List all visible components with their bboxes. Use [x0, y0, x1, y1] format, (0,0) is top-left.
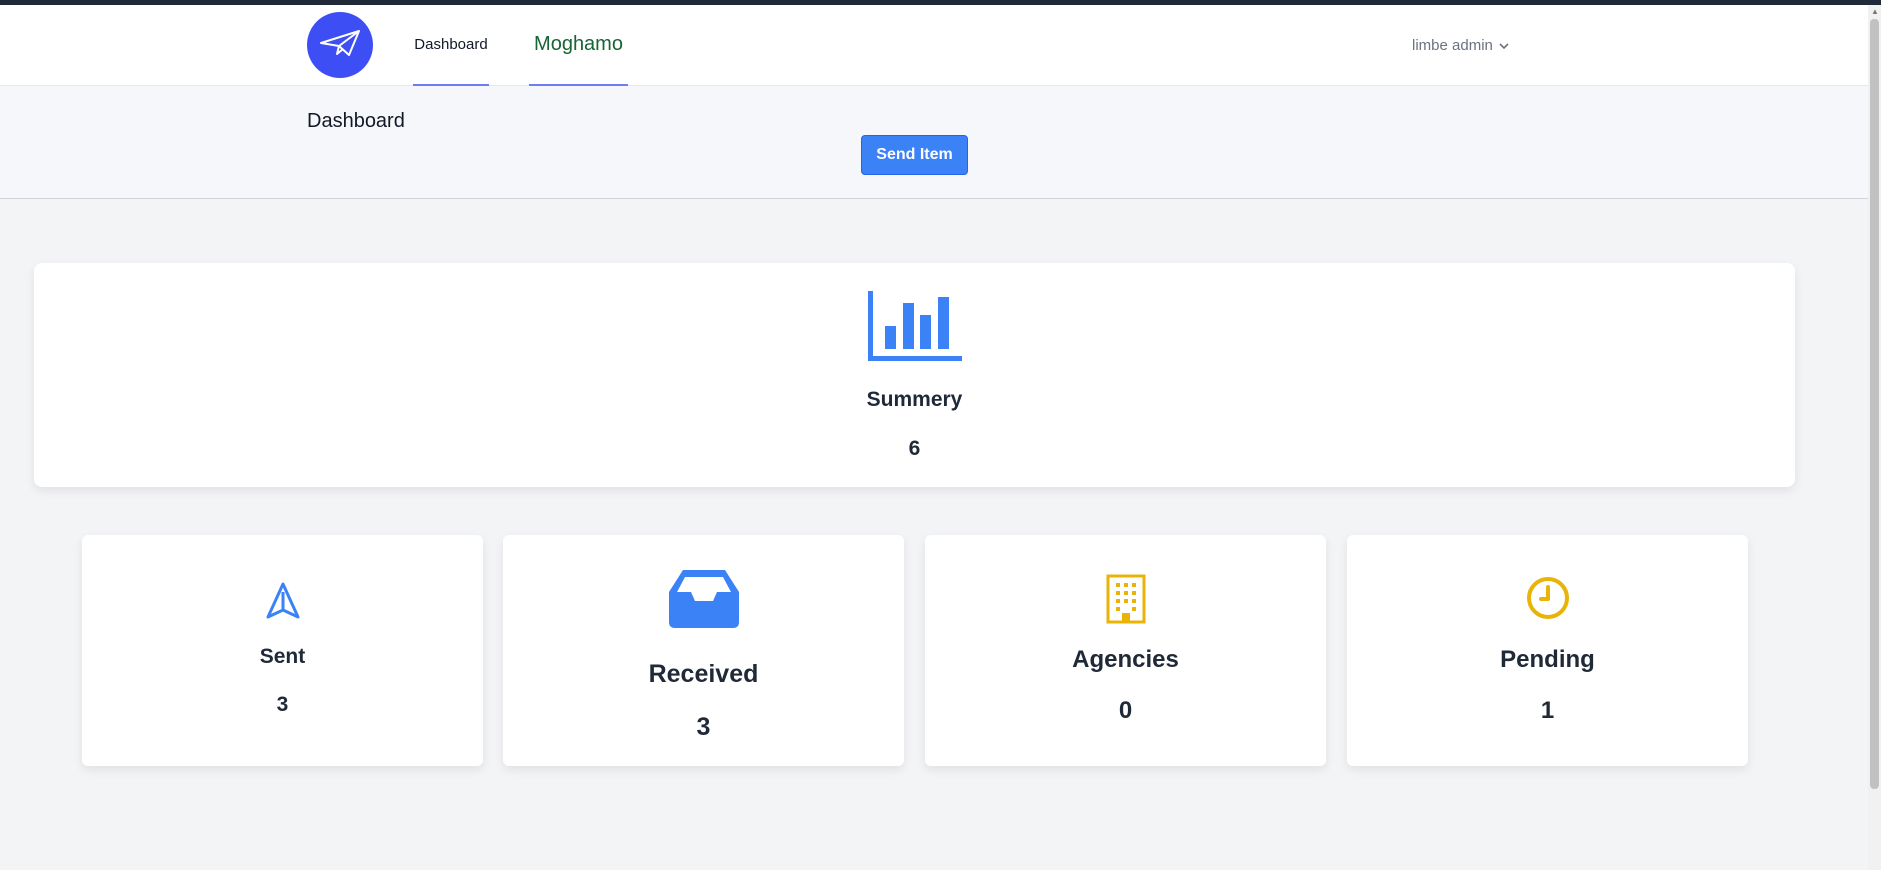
- stat-card-sent[interactable]: Sent 3: [82, 535, 483, 766]
- stat-card-pending[interactable]: Pending 1: [1347, 535, 1748, 766]
- clock-icon: [1347, 576, 1748, 620]
- stat-value: 0: [1118, 697, 1133, 724]
- stat-value: 1: [1540, 697, 1555, 724]
- chevron-down-icon: [1499, 37, 1509, 54]
- stat-value: 3: [276, 693, 289, 716]
- nav-link-moghamo[interactable]: Moghamo: [529, 5, 628, 86]
- paper-plane-icon: [319, 29, 361, 62]
- user-menu-label: limbe admin: [1412, 36, 1493, 54]
- summary-title: Summery: [866, 388, 963, 411]
- page-header: Dashboard Send Item: [0, 86, 1868, 199]
- summary-card: Summery 6: [34, 263, 1795, 487]
- stat-title: Received: [648, 660, 759, 688]
- stat-value: 3: [696, 713, 711, 741]
- vertical-scrollbar[interactable]: ▲: [1868, 5, 1881, 870]
- inbox-icon: [503, 570, 904, 628]
- scrollbar-thumb[interactable]: [1870, 19, 1879, 789]
- send-icon: [82, 582, 483, 620]
- stat-title: Sent: [259, 645, 306, 668]
- nav-link-dashboard[interactable]: Dashboard: [413, 5, 489, 86]
- logo[interactable]: [307, 12, 373, 78]
- user-menu[interactable]: limbe admin: [1412, 33, 1509, 57]
- stat-card-received[interactable]: Received 3: [503, 535, 904, 766]
- office-building-icon: [925, 574, 1326, 624]
- stat-title: Pending: [1500, 646, 1595, 673]
- stat-title: Agencies: [1072, 646, 1179, 673]
- page-title: Dashboard: [307, 110, 405, 132]
- bar-chart-icon: [868, 291, 962, 366]
- summary-value: 6: [908, 437, 921, 460]
- scroll-up-arrow-icon[interactable]: ▲: [1871, 8, 1879, 16]
- top-navbar: Dashboard Moghamo limbe admin: [0, 5, 1868, 86]
- send-item-button[interactable]: Send Item: [861, 135, 968, 175]
- stat-card-agencies[interactable]: Agencies 0: [925, 535, 1326, 766]
